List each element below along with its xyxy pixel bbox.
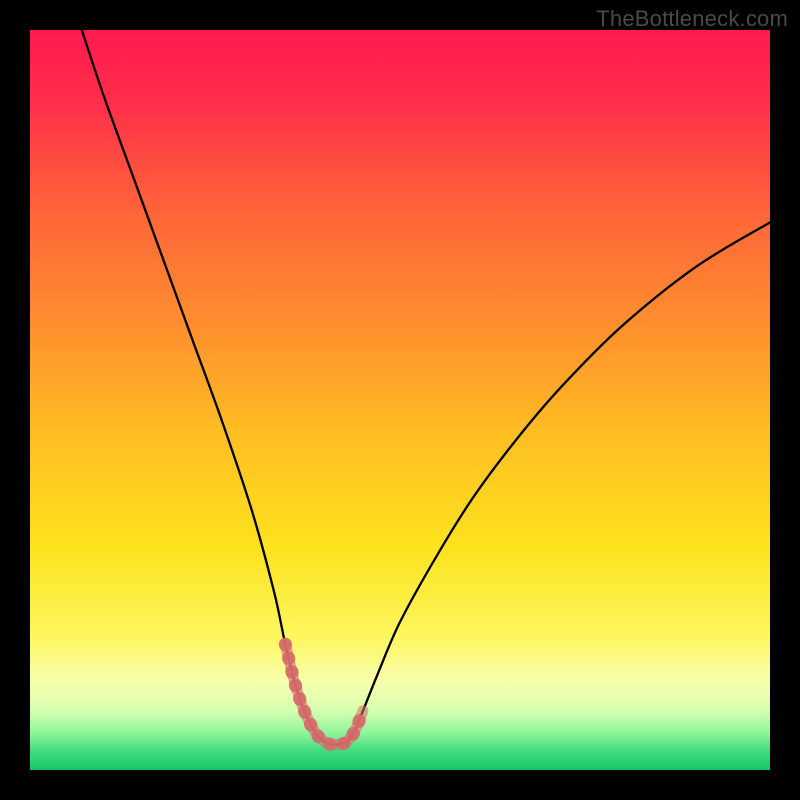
plot-area (30, 30, 770, 770)
chart-frame: TheBottleneck.com (0, 0, 800, 800)
bottleneck-curve (82, 30, 770, 745)
optimal-zone (285, 644, 363, 745)
curve-layer (30, 30, 770, 770)
watermark-text: TheBottleneck.com (596, 6, 788, 32)
